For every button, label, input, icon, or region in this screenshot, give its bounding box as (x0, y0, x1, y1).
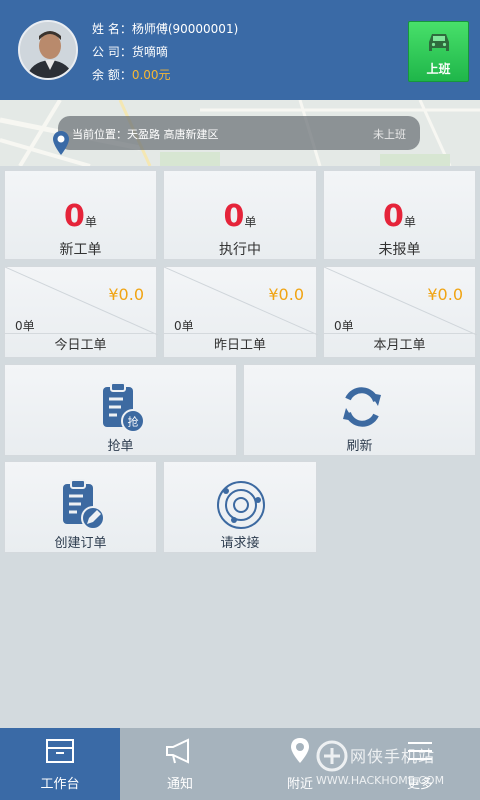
nav-item-workbench[interactable]: 工作台 (0, 728, 120, 800)
grab-order-button[interactable]: 抢 抢单 (4, 364, 237, 456)
month-orders-tile[interactable]: ¥0.0 0单 本月工单 (323, 266, 477, 358)
location-pin-icon (52, 130, 70, 160)
watermark-logo (316, 740, 348, 772)
map-preview[interactable]: 当前位置：天盈路 高唐新建区 未上班 (0, 100, 480, 166)
yesterday-amount: ¥0.0 (268, 285, 304, 304)
unreported-count: 0单 (383, 199, 416, 234)
balance-row: 余 额：0.00元 (92, 64, 238, 87)
clipboard-edit-icon (59, 478, 107, 538)
refresh-icon (340, 383, 384, 435)
month-orders-label: 本月工单 (324, 333, 475, 357)
balance-label: 余 额： (92, 68, 132, 82)
watermark: 网侠手机站 WWW.HACKHOME.COM (310, 738, 478, 794)
unreported-label: 未报单 (378, 242, 421, 258)
location-bar: 当前位置：天盈路 高唐新建区 未上班 (58, 116, 420, 150)
grab-order-label: 抢单 (107, 439, 134, 454)
request-button[interactable]: 请求接 (163, 461, 317, 553)
in-progress-label: 执行中 (219, 242, 261, 258)
watermark-text: 网侠手机站 (350, 747, 436, 766)
refresh-label: 刷新 (346, 439, 373, 454)
driver-name: 姓 名：杨师傅(90000001) (92, 22, 239, 36)
today-amount: ¥0.0 (108, 285, 144, 304)
watermark-url: WWW.HACKHOME.COM (316, 774, 445, 787)
on-duty-label: 上班 (426, 62, 451, 76)
car-icon (427, 32, 451, 58)
company-name: 公 司：货嘀嘀 (92, 45, 168, 59)
month-order-count: 0单 (334, 319, 354, 333)
refresh-button[interactable]: 刷新 (243, 364, 476, 456)
yesterday-orders-label: 昨日工单 (164, 333, 316, 357)
current-location: 当前位置：天盈路 高唐新建区 (72, 128, 219, 141)
request-label: 请求接 (220, 536, 260, 551)
duty-status: 未上班 (373, 128, 406, 141)
svg-text:抢: 抢 (128, 415, 139, 429)
clipboard-grab-icon: 抢 (99, 381, 147, 441)
today-order-count: 0单 (15, 319, 35, 333)
nav-item-notice[interactable]: 通知 (120, 728, 240, 800)
inbox-icon (44, 736, 76, 770)
profile-info: 姓 名：杨师傅(90000001) 公 司：货嘀嘀 余 额：0.00元 (92, 18, 238, 87)
radar-icon (214, 480, 268, 534)
on-duty-button[interactable]: 上班 (408, 21, 469, 82)
month-amount: ¥0.0 (427, 285, 463, 304)
nav-label-workbench: 工作台 (40, 777, 80, 792)
new-orders-label: 新工单 (59, 242, 102, 258)
nav-label-notice: 通知 (166, 777, 193, 792)
balance-value: 0.00元 (131, 68, 171, 82)
yesterday-order-count: 0单 (174, 319, 194, 333)
today-orders-tile[interactable]: ¥0.0 0单 今日工单 (4, 266, 158, 358)
new-orders-tile[interactable]: 0单 新工单 (4, 170, 157, 260)
today-orders-label: 今日工单 (5, 333, 156, 357)
megaphone-icon (164, 736, 196, 770)
in-progress-tile[interactable]: 0单 执行中 (163, 170, 317, 260)
unreported-tile[interactable]: 0单 未报单 (323, 170, 476, 260)
create-order-label: 创建订单 (54, 536, 107, 551)
avatar[interactable] (18, 20, 78, 80)
create-order-button[interactable]: 创建订单 (4, 461, 157, 553)
in-progress-count: 0单 (223, 199, 257, 234)
new-orders-count: 0单 (64, 199, 97, 234)
yesterday-orders-tile[interactable]: ¥0.0 0单 昨日工单 (163, 266, 318, 358)
profile-header: 姓 名：杨师傅(90000001) 公 司：货嘀嘀 余 额：0.00元 上班 (0, 0, 480, 100)
